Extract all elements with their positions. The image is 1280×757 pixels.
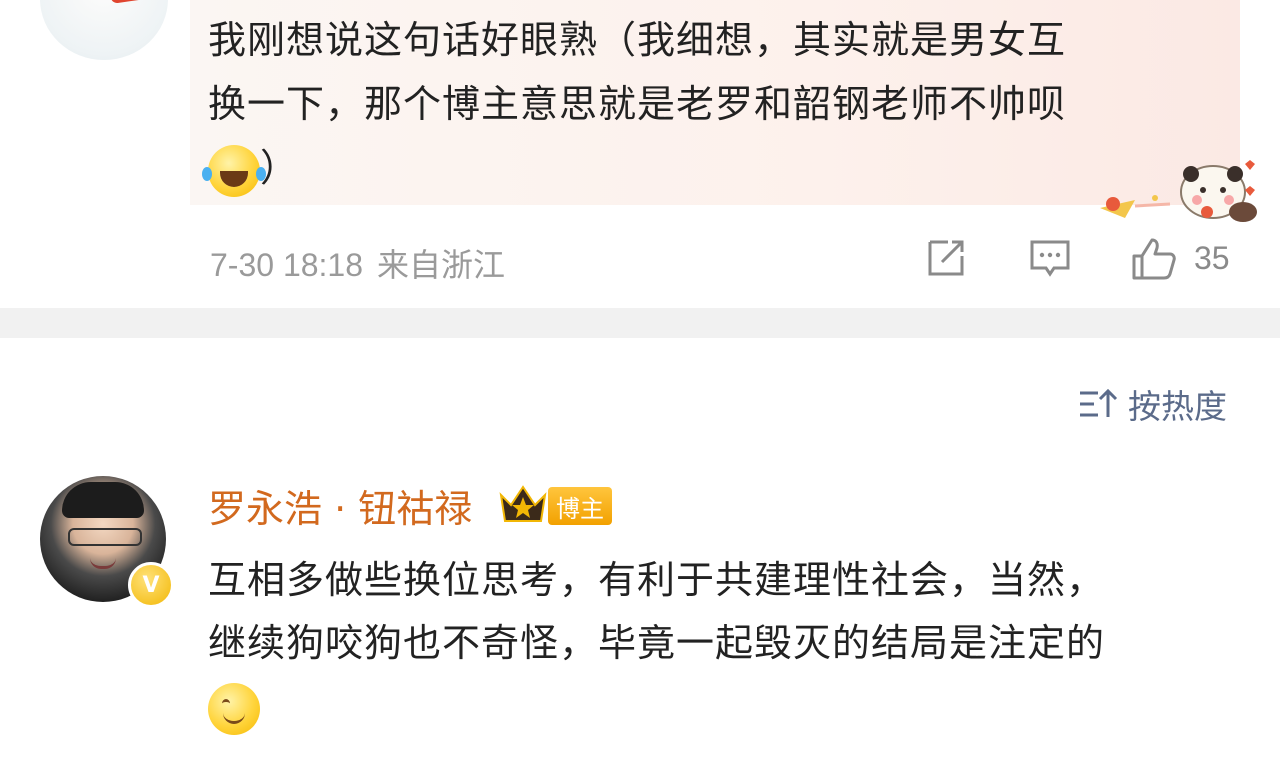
comment-location: 来自浙江 xyxy=(377,247,506,283)
like-button[interactable] xyxy=(1130,236,1178,286)
like-icon xyxy=(1132,238,1176,280)
like-count: 35 xyxy=(1194,240,1230,276)
comment-text-close: ） xyxy=(260,146,300,190)
comment-button[interactable] xyxy=(1028,236,1072,284)
share-button[interactable] xyxy=(924,236,968,284)
verified-badge-icon: V xyxy=(128,562,174,608)
panda-sticker-icon xyxy=(1100,160,1257,222)
comment-text-line: 互相多做些换位思考，有利于共建理性社会，当然， xyxy=(208,558,1106,602)
blogger-badge: 博主 xyxy=(548,487,612,525)
comment-icon xyxy=(1030,240,1070,277)
section-divider xyxy=(0,308,1280,338)
author-name[interactable]: 罗永浩 · 钮祜禄 xyxy=(208,478,472,533)
comment-text-line: 换一下，那个博主意思就是老罗和韶钢老师不帅呗 xyxy=(208,82,1067,126)
comment-time: 7-30 18:18 xyxy=(210,247,364,283)
avatar[interactable] xyxy=(40,0,168,60)
sort-label: 按热度 xyxy=(1128,387,1227,426)
comment-text-line: 继续狗咬狗也不奇怪，毕竟一起毁灭的结局是注定的 xyxy=(208,621,1106,665)
laughing-tears-emoji-icon xyxy=(202,144,260,197)
share-icon xyxy=(928,240,964,276)
sort-icon xyxy=(1080,388,1118,417)
comment-meta: 7-30 18:18 来自浙江 xyxy=(210,240,505,286)
comment-text-line: 我刚想说这句话好眼熟（我细想，其实就是男女互 xyxy=(208,18,1067,62)
smile-emoji-icon xyxy=(208,682,260,735)
crown-icon xyxy=(499,485,547,522)
comment-text-line: ） xyxy=(202,136,300,200)
comment-item: 我刚想说这句话好眼熟（我细想，其实就是男女互 换一下，那个博主意思就是老罗和韶钢… xyxy=(0,0,1280,308)
sort-by-hotness-button[interactable]: 按热度 xyxy=(1078,382,1227,426)
comment-text-line xyxy=(208,674,260,738)
